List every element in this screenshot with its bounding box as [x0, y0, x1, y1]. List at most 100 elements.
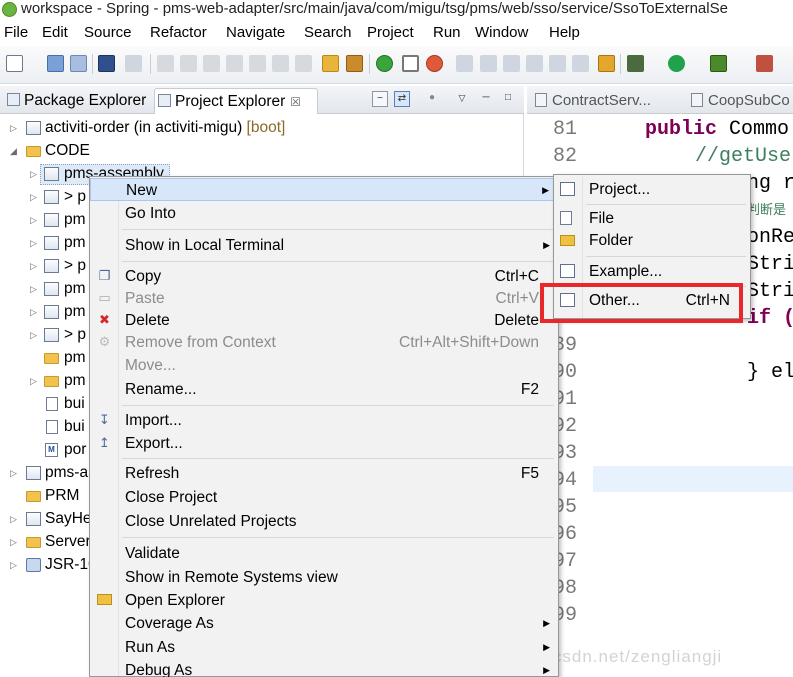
collapse-icon[interactable]: ◢: [10, 140, 17, 162]
spring-boot-dashboard-icon[interactable]: [376, 55, 393, 72]
expand-icon[interactable]: ▷: [30, 370, 37, 392]
tree-item[interactable]: bui: [0, 416, 100, 439]
menu-edit[interactable]: Edit: [42, 23, 68, 43]
code-line-88[interactable]: if (: [747, 306, 793, 332]
editor-tab-contractserv[interactable]: ContractServ...: [535, 90, 651, 112]
tree-item[interactable]: ▷ Server: [0, 531, 100, 554]
code-line-90[interactable]: } el: [747, 360, 793, 386]
suspend-icon[interactable]: [180, 55, 197, 72]
close-icon[interactable]: ☒: [290, 95, 301, 109]
use-step-filters-icon[interactable]: [346, 55, 363, 72]
menu-item-run-as[interactable]: Run As ▶: [90, 636, 558, 659]
menu-item-close-project[interactable]: Close Project: [90, 486, 558, 509]
menu-item-close-unrelated-projects[interactable]: Close Unrelated Projects: [90, 510, 558, 533]
menu-refactor[interactable]: Refactor: [150, 23, 207, 43]
web-browser-icon[interactable]: [426, 55, 443, 72]
save-icon[interactable]: [47, 55, 64, 72]
collapse-all-icon[interactable]: −: [372, 91, 388, 107]
tree-item-code[interactable]: ◢ CODE: [0, 140, 520, 163]
menu-item-open-explorer[interactable]: Open Explorer: [90, 589, 558, 612]
step-over-icon[interactable]: [272, 55, 289, 72]
menu-item-export[interactable]: ↥ Export...: [90, 432, 558, 455]
minimize-icon[interactable]: ─: [478, 91, 494, 107]
terminate-icon[interactable]: [203, 55, 220, 72]
link-with-editor-icon[interactable]: ⇄: [394, 91, 410, 107]
show-whitespace-icon[interactable]: [572, 55, 589, 72]
submenu-item-example[interactable]: Example...: [554, 260, 750, 283]
tree-item[interactable]: ▷ pms-a: [0, 462, 100, 485]
tree-item[interactable]: ▷ SayHe: [0, 508, 100, 531]
editor-tab-coopsubco[interactable]: CoopSubCo: [691, 90, 790, 112]
tree-item[interactable]: ▷ > p: [0, 255, 100, 278]
expand-icon[interactable]: ▷: [30, 278, 37, 300]
run-icon[interactable]: [668, 55, 685, 72]
expand-icon[interactable]: ▷: [30, 301, 37, 323]
tree-item[interactable]: ▷ > p: [0, 186, 100, 209]
menu-item-remove-from-context[interactable]: ⚙ Remove from Context Ctrl+Alt+Shift+Dow…: [90, 331, 558, 354]
expand-icon[interactable]: ▷: [30, 163, 37, 185]
highlight-icon[interactable]: [480, 55, 497, 72]
expand-icon[interactable]: ▷: [10, 462, 17, 484]
tree-item[interactable]: bui: [0, 393, 100, 416]
new-icon[interactable]: [6, 55, 23, 72]
tree-item[interactable]: ▷ pm: [0, 209, 100, 232]
maximize-icon[interactable]: □: [500, 91, 516, 107]
expand-icon[interactable]: ▷: [10, 508, 17, 530]
drop-to-frame-icon[interactable]: [322, 55, 339, 72]
menu-item-new[interactable]: New ▶: [90, 178, 558, 201]
menu-file[interactable]: File: [4, 23, 28, 43]
disconnect-icon[interactable]: [226, 55, 243, 72]
expand-icon[interactable]: ▷: [10, 117, 17, 139]
next-annotation-icon[interactable]: [503, 55, 520, 72]
toggle-mark-occurrences-icon[interactable]: [402, 55, 419, 72]
step-return-icon[interactable]: [295, 55, 312, 72]
expand-icon[interactable]: ▷: [30, 324, 37, 346]
tab-package-explorer[interactable]: Package Explorer: [4, 88, 150, 114]
menu-search[interactable]: Search: [304, 23, 352, 43]
menu-item-delete[interactable]: ✖ Delete Delete: [90, 309, 558, 332]
menu-item-paste[interactable]: ▭ Paste Ctrl+V: [90, 287, 558, 310]
tab-project-explorer[interactable]: Project Explorer ☒: [154, 88, 318, 114]
filters-icon[interactable]: ●: [424, 91, 440, 107]
menu-item-show-in-local-terminal[interactable]: Show in Local Terminal ▶: [90, 234, 558, 257]
block-selection-icon[interactable]: [549, 55, 566, 72]
save-all-icon[interactable]: [70, 55, 87, 72]
open-type-icon[interactable]: [598, 55, 615, 72]
run-external-tools-icon[interactable]: [710, 55, 727, 72]
skip-breakpoints-icon[interactable]: [125, 55, 142, 72]
code-line-85[interactable]: onRe: [747, 225, 793, 251]
submenu-item-project[interactable]: Project...: [554, 178, 750, 201]
tree-item-activiti-order[interactable]: ▷ activiti-order (in activiti-migu) [boo…: [0, 117, 520, 140]
view-menu-icon[interactable]: ▽: [454, 91, 470, 107]
expand-icon[interactable]: ▷: [30, 186, 37, 208]
tree-item[interactable]: pm: [0, 347, 100, 370]
expand-icon[interactable]: ▷: [30, 255, 37, 277]
menu-item-show-in-remote-systems[interactable]: Show in Remote Systems view: [90, 566, 558, 589]
tree-item[interactable]: PRM: [0, 485, 100, 508]
menu-help[interactable]: Help: [549, 23, 580, 43]
tree-item[interactable]: ▷ JSR-10: [0, 554, 100, 577]
step-into-icon[interactable]: [249, 55, 266, 72]
menu-window[interactable]: Window: [475, 23, 528, 43]
submenu-item-folder[interactable]: Folder: [554, 229, 750, 252]
tree-item[interactable]: ▷ > p: [0, 324, 100, 347]
resume-icon[interactable]: [157, 55, 174, 72]
submenu-item-file[interactable]: File: [554, 207, 750, 230]
menu-source[interactable]: Source: [84, 23, 132, 43]
menu-item-import[interactable]: ↧ Import...: [90, 409, 558, 432]
expand-icon[interactable]: ▷: [30, 209, 37, 231]
menu-item-debug-as[interactable]: Debug As ▶: [90, 659, 558, 677]
menu-item-move[interactable]: Move...: [90, 354, 558, 377]
pin-icon[interactable]: [456, 55, 473, 72]
menu-item-copy[interactable]: ❐ Copy Ctrl+C: [90, 265, 558, 288]
tree-item[interactable]: ▷ pm: [0, 301, 100, 324]
previous-annotation-icon[interactable]: [526, 55, 543, 72]
menu-project[interactable]: Project: [367, 23, 414, 43]
menu-run[interactable]: Run: [433, 23, 461, 43]
menu-item-go-into[interactable]: Go Into: [90, 202, 558, 225]
menu-navigate[interactable]: Navigate: [226, 23, 285, 43]
stop-icon[interactable]: [756, 55, 773, 72]
expand-icon[interactable]: ▷: [10, 531, 17, 553]
menu-item-validate[interactable]: Validate: [90, 542, 558, 565]
tree-item[interactable]: ▷ pm: [0, 278, 100, 301]
